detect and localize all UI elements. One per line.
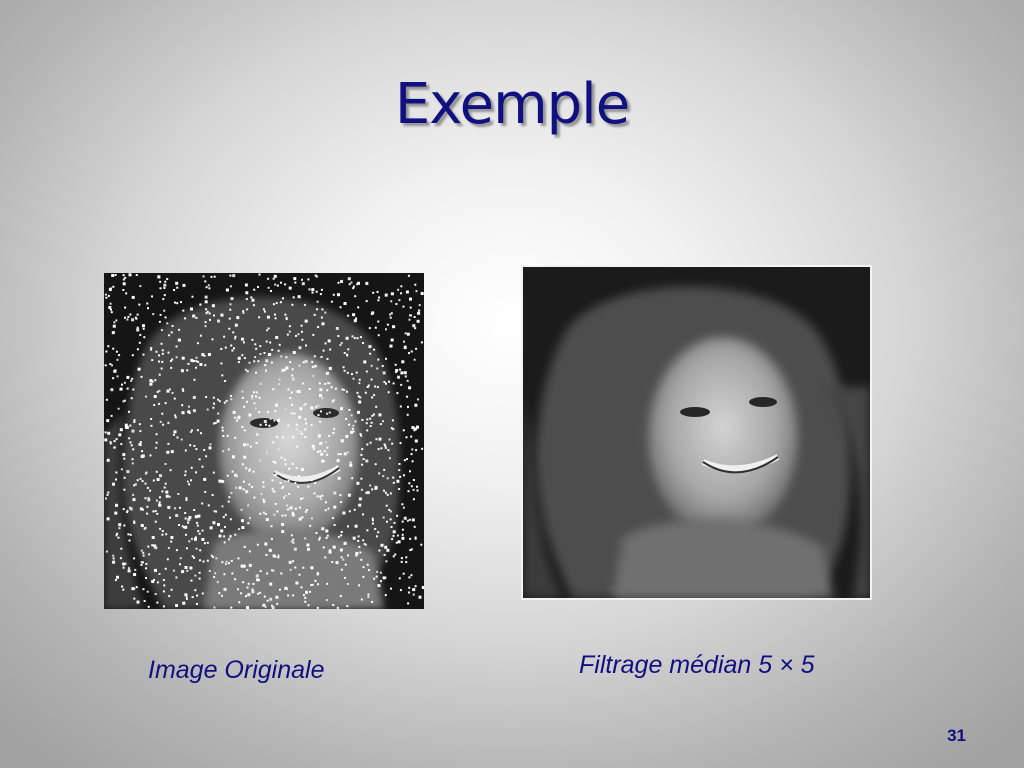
original-noisy-image [104,273,424,609]
median-filtered-image [521,265,872,600]
filtered-portrait-graphic [523,267,870,598]
caption-filtered-image: Filtrage médian 5 × 5 [579,651,815,679]
caption-original-image: Image Originale [148,656,325,684]
noisy-portrait-graphic [104,273,424,609]
slide-title: Exemple [394,72,630,137]
slide-number: 31 [947,726,966,745]
